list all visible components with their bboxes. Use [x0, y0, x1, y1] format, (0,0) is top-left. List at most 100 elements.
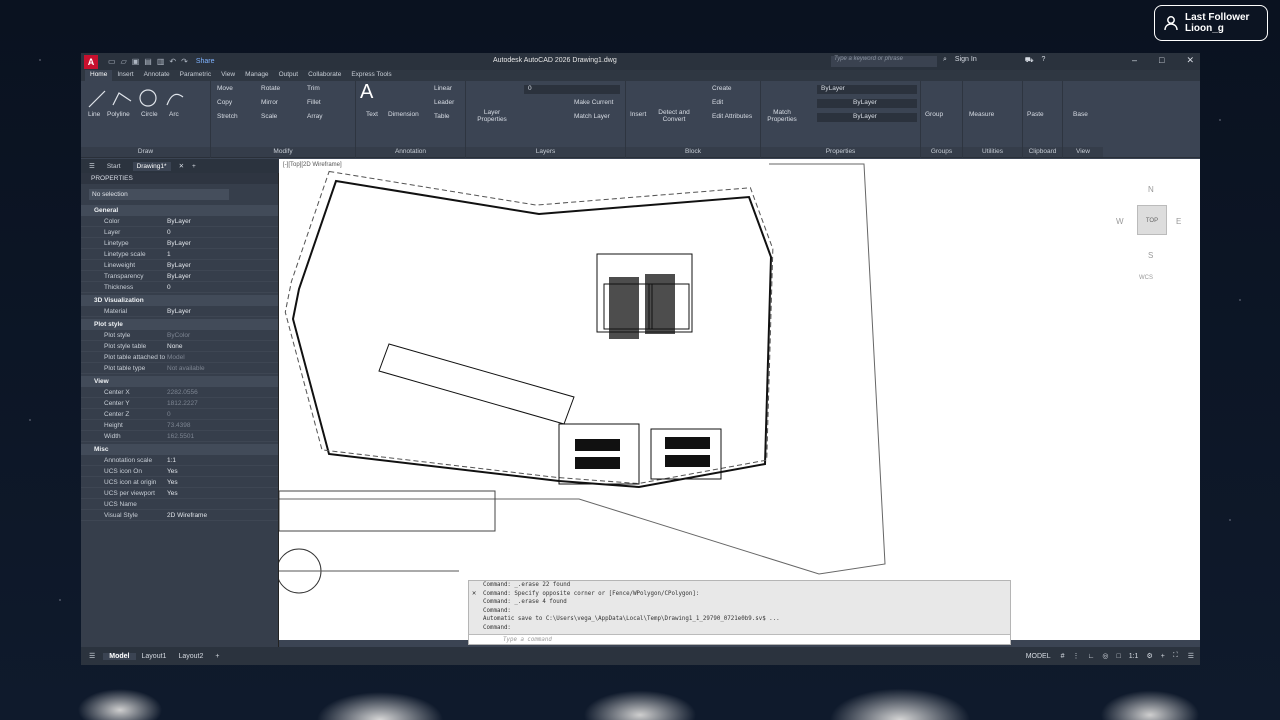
property-row-view[interactable]: Width 162.5501 — [81, 431, 278, 442]
osnap-icon[interactable]: □ — [1112, 653, 1124, 660]
close-tab-icon[interactable]: ✕ — [179, 162, 184, 170]
viewcube-west[interactable]: W — [1116, 217, 1124, 226]
viewcube-south[interactable]: S — [1148, 251, 1153, 260]
property-row-misc[interactable]: UCS per viewport Yes — [81, 488, 278, 499]
property-row-plot[interactable]: Plot table type Not available — [81, 363, 278, 374]
property-row-general[interactable]: Layer 0 — [81, 227, 278, 238]
property-value[interactable]: Yes — [167, 477, 178, 487]
layer-properties-button[interactable]: Layer Properties — [472, 109, 512, 123]
open-icon[interactable]: ▱ — [121, 57, 127, 66]
property-row-view[interactable]: Center Z 0 — [81, 409, 278, 420]
minimize-icon[interactable]: – — [1132, 55, 1137, 66]
property-value[interactable]: None — [167, 341, 183, 351]
block-panel-title[interactable]: Block — [626, 147, 760, 157]
polyline-button[interactable]: Polyline — [107, 111, 130, 118]
share-button[interactable]: Share — [196, 58, 215, 65]
property-value[interactable]: 0 — [167, 409, 171, 419]
maximize-icon[interactable]: □ — [1159, 55, 1164, 66]
lineweight-dropdown[interactable]: ByLayer — [817, 99, 917, 108]
close-command-icon[interactable]: ✕ — [472, 589, 476, 597]
property-row-general[interactable]: Linetype ByLayer — [81, 238, 278, 249]
property-value[interactable]: 1:1 — [167, 455, 176, 465]
viewcube[interactable]: TOP — [1137, 205, 1167, 235]
property-row-misc[interactable]: Visual Style 2D Wireframe — [81, 510, 278, 521]
new-icon[interactable]: ▭ — [108, 57, 116, 66]
property-row-misc[interactable]: UCS Name — [81, 499, 278, 510]
workspace-icon[interactable]: + — [1157, 653, 1169, 660]
property-value[interactable]: 2282.0556 — [167, 387, 198, 397]
command-input[interactable]: Type a command — [469, 634, 1010, 644]
table-button[interactable]: Table — [434, 113, 450, 120]
wcs-menu[interactable]: WCS — [1139, 275, 1153, 281]
utilities-panel-title[interactable]: Utilities — [963, 147, 1022, 157]
property-value[interactable]: ByLayer — [167, 306, 191, 316]
sign-in-button[interactable]: Sign In — [955, 56, 977, 65]
base-button[interactable]: Base — [1073, 111, 1088, 118]
model-tab[interactable]: Model — [103, 652, 136, 660]
dimension-button[interactable]: Dimension — [388, 111, 419, 118]
property-row-view[interactable]: Height 73.4398 — [81, 420, 278, 431]
property-value[interactable]: Yes — [167, 466, 178, 476]
property-value[interactable]: ByColor — [167, 330, 190, 340]
property-value[interactable]: ByLayer — [167, 238, 191, 248]
view-section[interactable]: View — [81, 376, 278, 387]
text-button[interactable]: Text — [366, 111, 378, 118]
ortho-icon[interactable]: ∟ — [1084, 653, 1099, 660]
property-row-general[interactable]: Linetype scale 1 — [81, 249, 278, 260]
drawing-canvas[interactable]: [-][Top][2D Wireframe] TOP N S E W WCS — [279, 159, 1200, 640]
polar-icon[interactable]: ◎ — [1098, 652, 1112, 660]
line-button[interactable]: Line — [88, 111, 100, 118]
property-row-misc[interactable]: UCS icon at origin Yes — [81, 477, 278, 488]
property-value[interactable]: 1812.2227 — [167, 398, 198, 408]
property-row-general[interactable]: Thickness 0 — [81, 282, 278, 293]
view-panel-title[interactable]: View — [1063, 147, 1103, 157]
rotate-button[interactable]: Rotate — [261, 85, 280, 92]
layer-dropdown[interactable]: 0 — [524, 85, 620, 94]
print-icon[interactable]: ▥ — [157, 57, 165, 66]
plot-section[interactable]: Plot style — [81, 319, 278, 330]
edit-attributes-button[interactable]: Edit Attributes — [712, 113, 752, 120]
start-tab[interactable]: Start — [103, 162, 125, 171]
tab-express-tools[interactable]: Express Tools — [346, 70, 396, 81]
stretch-button[interactable]: Stretch — [217, 113, 238, 120]
command-line-window[interactable]: ✕ Command: _.erase 22 found Command: Spe… — [468, 580, 1011, 645]
property-row-misc[interactable]: UCS icon On Yes — [81, 466, 278, 477]
property-value[interactable]: ByLayer — [167, 216, 191, 226]
tab-output[interactable]: Output — [274, 70, 304, 81]
create-block-button[interactable]: Create — [712, 85, 732, 92]
property-value[interactable]: 2D Wireframe — [167, 510, 207, 520]
property-row-general[interactable]: Transparency ByLayer — [81, 271, 278, 282]
property-row-misc[interactable]: Annotation scale 1:1 — [81, 455, 278, 466]
match-layer-button[interactable]: Match Layer — [574, 113, 610, 120]
property-value[interactable]: 162.5501 — [167, 431, 194, 441]
property-row-view[interactable]: Center Y 1812.2227 — [81, 398, 278, 409]
mirror-button[interactable]: Mirror — [261, 99, 278, 106]
fullscreen-icon[interactable]: ⛶ — [1169, 652, 1182, 660]
property-value[interactable]: Not available — [167, 363, 205, 373]
tab-view[interactable]: View — [216, 70, 240, 81]
add-layout-icon[interactable]: + — [209, 653, 225, 660]
group-button[interactable]: Group — [925, 111, 943, 118]
property-value[interactable]: ByLayer — [167, 260, 191, 270]
insert-button[interactable]: Insert — [630, 111, 646, 118]
help-search-input[interactable]: Type a keyword or phrase — [831, 56, 937, 67]
draw-panel-title[interactable]: Draw — [81, 147, 210, 157]
tab-parametric[interactable]: Parametric — [175, 70, 216, 81]
match-properties-button[interactable]: Match Properties — [767, 109, 797, 123]
linetype-dropdown[interactable]: ByLayer — [817, 113, 917, 122]
settings-icon[interactable]: ⚙ — [1142, 652, 1156, 660]
menu-icon[interactable]: ☰ — [89, 162, 95, 170]
tab-home[interactable]: Home — [85, 70, 113, 81]
search-icon[interactable]: ⌕ — [943, 56, 947, 65]
arc-button[interactable]: Arc — [169, 111, 179, 118]
close-icon[interactable]: ✕ — [1186, 55, 1194, 66]
tab-collaborate[interactable]: Collaborate — [303, 70, 346, 81]
property-value[interactable]: 0 — [167, 227, 171, 237]
layout1-tab[interactable]: Layout1 — [136, 653, 173, 660]
property-value[interactable]: 0 — [167, 282, 171, 292]
paste-button[interactable]: Paste — [1027, 111, 1044, 118]
grid-icon[interactable]: # — [1057, 653, 1069, 660]
save-icon[interactable]: ▣ — [132, 57, 140, 66]
measure-button[interactable]: Measure — [969, 111, 994, 118]
app-menu-button[interactable]: A — [84, 54, 98, 69]
